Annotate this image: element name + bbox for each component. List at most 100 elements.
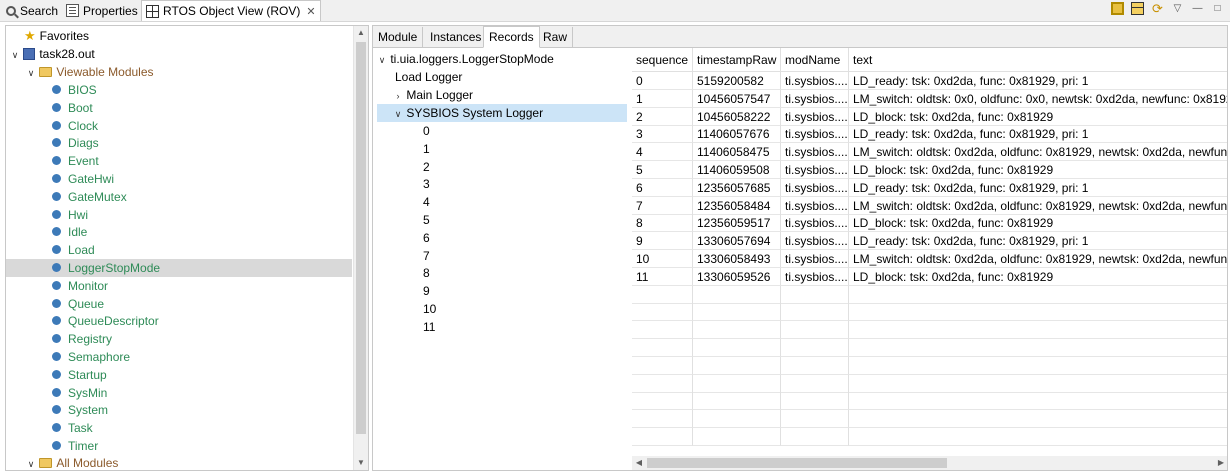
tree-logger-root[interactable]: ∨ ti.uia.loggers.LoggerStopMode (377, 50, 627, 68)
scrollbar-thumb[interactable] (356, 42, 366, 434)
tab-raw[interactable]: Raw (538, 27, 574, 47)
module-item-label: Task (68, 421, 93, 436)
cell-timestamp: 13306059526 (693, 267, 781, 286)
module-item-event[interactable]: Event (6, 152, 352, 170)
minimize-icon[interactable]: — (1191, 2, 1204, 15)
tree-record-item[interactable]: 4 (423, 193, 603, 211)
module-item-timer[interactable]: Timer (6, 437, 352, 455)
header-text[interactable]: text (849, 48, 1227, 72)
tab-properties[interactable]: Properties (62, 0, 142, 21)
tree-record-item[interactable]: 9 (423, 282, 603, 300)
module-item-bios[interactable]: BIOS (6, 81, 352, 99)
pause-icon[interactable] (1111, 2, 1124, 15)
module-item-loggerstopmode[interactable]: LoggerStopMode (6, 259, 352, 277)
table-row[interactable]: 10 13306058493 ti.sysbios.... LM_switch: ol… (632, 250, 1227, 268)
tree-main-logger[interactable]: › Main Logger (393, 86, 643, 104)
tab-search[interactable]: Search (2, 0, 62, 21)
scroll-right-icon[interactable]: ▶ (1214, 456, 1227, 470)
module-item-queue[interactable]: Queue (6, 295, 352, 313)
tab-instances[interactable]: Instances (425, 27, 488, 47)
module-item-task[interactable]: Task (6, 419, 352, 437)
table-row[interactable]: 7 12356058484 ti.sysbios.... LM_switch: old… (632, 196, 1227, 215)
tree-record-item[interactable]: 8 (423, 264, 603, 282)
scroll-left-icon[interactable]: ◀ (632, 456, 646, 470)
cell-modname (781, 285, 849, 304)
maximize-icon[interactable]: □ (1211, 2, 1224, 15)
tree-load-logger[interactable]: Load Logger (395, 68, 645, 86)
table-view-icon[interactable] (1131, 2, 1144, 15)
tab-module[interactable]: Module (373, 27, 424, 47)
chevron-right-icon[interactable]: › (393, 87, 403, 105)
header-timestamp[interactable]: timestampRaw (693, 48, 781, 72)
module-item-system[interactable]: System (6, 401, 352, 419)
table-row[interactable]: 0 5159200582 ti.sysbios.... LD_ready: tsk: … (632, 72, 1227, 90)
chevron-down-icon[interactable]: ∨ (26, 455, 36, 470)
scroll-down-icon[interactable]: ▼ (354, 456, 368, 470)
tree-record-item[interactable]: 1 (423, 140, 603, 158)
module-item-registry[interactable]: Registry (6, 330, 352, 348)
table-row[interactable]: 3 11406057676 ti.sysbios.... LD_ready: tsk:… (632, 125, 1227, 144)
tree-file[interactable]: ∨ task28.out (10, 45, 95, 63)
scroll-up-icon[interactable]: ▲ (354, 26, 368, 40)
scrollbar-thumb[interactable] (647, 458, 947, 468)
view-menu-icon[interactable]: ▽ (1171, 2, 1184, 15)
tree-record-item[interactable]: 10 (423, 300, 603, 318)
cell-sequence (632, 356, 693, 375)
chevron-down-icon[interactable]: ∨ (10, 46, 20, 64)
chevron-down-icon[interactable]: ∨ (26, 64, 36, 82)
tree-record-item[interactable]: 3 (423, 175, 603, 193)
table-row[interactable]: 1 10456057547 ti.sysbios.... LM_switch: old… (632, 89, 1227, 108)
cell-text: LD_ready: tsk: 0xd2da, func: 0x81929, pr… (849, 125, 1227, 144)
tree-system-logger[interactable]: ∨ SYSBIOS System Logger (377, 104, 627, 122)
table-row (632, 321, 1227, 340)
table-row[interactable]: 5 11406059508 ti.sysbios.... LD_block: tsk:… (632, 161, 1227, 179)
tab-records[interactable]: Records (483, 26, 540, 48)
module-item-queuedescriptor[interactable]: QueueDescriptor (6, 312, 352, 330)
module-item-monitor[interactable]: Monitor (6, 277, 352, 295)
module-item-load[interactable]: Load (6, 241, 352, 259)
module-item-hwi[interactable]: Hwi (6, 206, 352, 224)
module-item-sysmin[interactable]: SysMin (6, 384, 352, 402)
cell-timestamp (693, 374, 781, 393)
cell-text (849, 410, 1227, 429)
close-icon[interactable]: ✕ (306, 5, 315, 18)
tree-record-item[interactable]: 0 (423, 122, 603, 140)
tab-rov[interactable]: RTOS Object View (ROV) ✕ (141, 0, 321, 21)
table-row[interactable]: 9 13306057694 ti.sysbios.... LD_ready: tsk:… (632, 232, 1227, 251)
cell-text: LD_block: tsk: 0xd2da, func: 0x81929 (849, 161, 1227, 179)
tree-vertical-scrollbar[interactable]: ▲ ▼ (353, 26, 368, 470)
cell-timestamp: 13306057694 (693, 232, 781, 251)
chevron-down-icon[interactable]: ∨ (377, 51, 387, 69)
cell-modname: ti.sysbios.... (781, 196, 849, 215)
module-item-gatemutex[interactable]: GateMutex (6, 188, 352, 206)
cell-sequence: 0 (632, 72, 693, 90)
chevron-down-icon[interactable]: ∨ (393, 105, 403, 123)
table-row[interactable]: 2 10456058222 ti.sysbios.... LD_block: tsk:… (632, 107, 1227, 126)
tree-record-item[interactable]: 6 (423, 229, 603, 247)
tree-viewable-modules[interactable]: ∨ Viewable Modules (26, 63, 154, 81)
tree-record-item[interactable]: 11 (423, 318, 603, 336)
cell-modname: ti.sysbios.... (781, 267, 849, 286)
tree-all-modules[interactable]: ∨ All Modules (26, 454, 119, 470)
tree-record-item[interactable]: 5 (423, 211, 603, 229)
module-item-startup[interactable]: Startup (6, 366, 352, 384)
refresh-icon[interactable]: ⟳ (1151, 2, 1164, 15)
tree-record-item[interactable]: 7 (423, 247, 603, 265)
module-item-diags[interactable]: Diags (6, 134, 352, 152)
table-horizontal-scrollbar[interactable]: ◀ ▶ (632, 456, 1227, 470)
module-item-boot[interactable]: Boot (6, 99, 352, 117)
table-row[interactable]: 4 11406058475 ti.sysbios.... LM_switch: old… (632, 143, 1227, 162)
cell-timestamp: 12356059517 (693, 214, 781, 233)
module-item-semaphore[interactable]: Semaphore (6, 348, 352, 366)
module-item-clock[interactable]: Clock (6, 117, 352, 135)
cell-sequence (632, 428, 693, 446)
table-row[interactable]: 8 12356059517 ti.sysbios.... LD_block: tsk:… (632, 214, 1227, 233)
header-modname[interactable]: modName (781, 48, 849, 72)
table-row[interactable]: 6 12356057685 ti.sysbios.... LD_ready: tsk:… (632, 178, 1227, 197)
tree-favorites[interactable]: ★ Favorites (24, 27, 89, 45)
header-sequence[interactable]: sequence (632, 48, 693, 72)
module-item-gatehwi[interactable]: GateHwi (6, 170, 352, 188)
module-item-idle[interactable]: Idle (6, 223, 352, 241)
tree-record-item[interactable]: 2 (423, 158, 603, 176)
table-row[interactable]: 11 13306059526 ti.sysbios.... LD_block: tsk… (632, 267, 1227, 286)
